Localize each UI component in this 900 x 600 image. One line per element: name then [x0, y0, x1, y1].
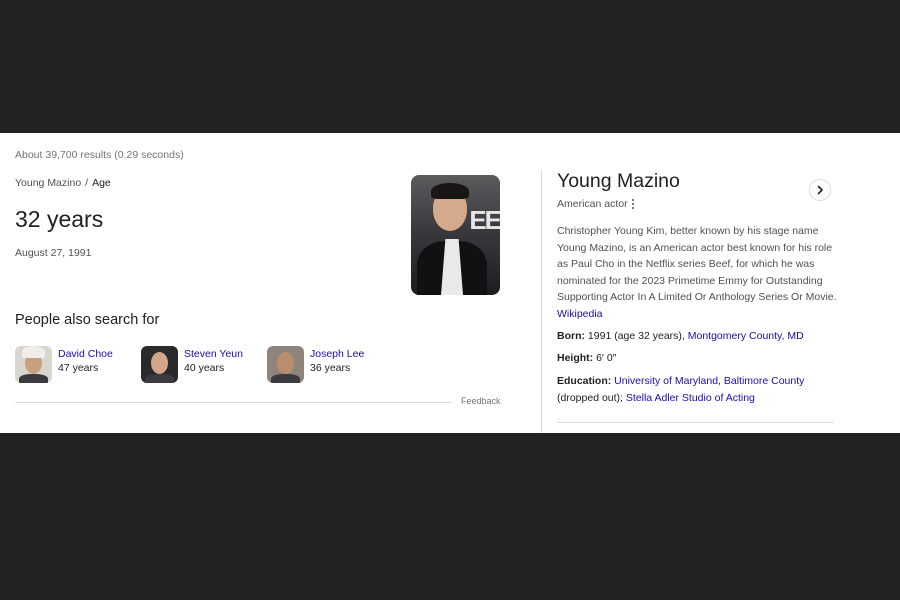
photo-hair — [431, 183, 469, 199]
pasf-text: Steven Yeun 40 years — [184, 346, 243, 375]
pasf-age: 47 years — [58, 362, 99, 374]
fact-label: Born: — [557, 330, 585, 342]
knowledge-panel-description: Christopher Young Kim, better known by h… — [557, 223, 837, 323]
birthplace-link[interactable]: Montgomery County, MD — [688, 330, 804, 342]
person-thumbnail[interactable] — [141, 346, 178, 383]
section-divider — [15, 402, 451, 403]
fact-value: 1991 (age 32 years), — [587, 330, 685, 342]
more-vert-icon[interactable] — [631, 199, 635, 209]
breadcrumb-attribute: Age — [92, 177, 111, 189]
fact-label: Height: — [557, 352, 594, 364]
knowledge-panel-subtitle: American actor — [557, 198, 635, 210]
knowledge-panel-title: Young Mazino — [557, 170, 680, 192]
pasf-age: 40 years — [184, 362, 225, 374]
results-count: About 39,700 results (0.29 seconds) — [15, 149, 184, 161]
pasf-item-david-choe[interactable]: David Choe 47 years — [15, 346, 113, 384]
fact-height: Height: 6′ 0″ — [557, 350, 842, 367]
entity-photo[interactable]: EE — [411, 175, 500, 295]
column-divider — [541, 170, 542, 433]
thumb-face — [277, 352, 294, 374]
breadcrumb-entity[interactable]: Young Mazino — [15, 177, 81, 189]
thumb-body — [19, 374, 48, 383]
answer-value: 32 years — [15, 206, 104, 232]
breadcrumb-separator: / — [85, 177, 89, 189]
knowledge-panel-divider — [557, 422, 834, 423]
pasf-name[interactable]: David Choe — [58, 347, 113, 361]
pasf-item-steven-yeun[interactable]: Steven Yeun 40 years — [141, 346, 243, 384]
answer-date: August 27, 1991 — [15, 247, 92, 259]
fact-education: Education: University of Maryland, Balti… — [557, 373, 842, 406]
next-button[interactable] — [809, 179, 831, 201]
thumb-cap — [22, 346, 45, 358]
thumb-body — [271, 374, 300, 383]
pasf-text: David Choe 47 years — [58, 346, 113, 375]
entity-type: American actor — [557, 198, 628, 210]
person-thumbnail[interactable] — [15, 346, 52, 383]
search-results-panel: About 39,700 results (0.29 seconds) Youn… — [0, 133, 900, 433]
chevron-right-icon — [817, 185, 823, 195]
pasf-name[interactable]: Steven Yeun — [184, 347, 243, 361]
fact-label: Education: — [557, 375, 612, 387]
thumb-face — [151, 352, 168, 374]
pasf-name[interactable]: Joseph Lee — [310, 347, 364, 361]
fact-value: (dropped out); — [557, 391, 623, 404]
pasf-text: Joseph Lee 36 years — [310, 346, 364, 375]
feedback-link[interactable]: Feedback — [461, 396, 501, 406]
fact-born: Born: 1991 (age 32 years), Montgomery Co… — [557, 328, 842, 345]
breadcrumb: Young Mazino / Age — [15, 177, 111, 189]
people-also-search-title: People also search for — [15, 312, 160, 328]
description-text: Christopher Young Kim, better known by h… — [557, 225, 837, 304]
pasf-age: 36 years — [310, 362, 351, 374]
education-link-stella-adler[interactable]: Stella Adler Studio of Acting — [626, 392, 755, 404]
person-thumbnail[interactable] — [267, 346, 304, 383]
fact-value: 6′ 0″ — [596, 352, 617, 364]
photo-backdrop-lettering: EE — [469, 205, 500, 235]
thumb-body — [145, 374, 174, 383]
wikipedia-link[interactable]: Wikipedia — [557, 308, 603, 320]
education-link-umbc[interactable]: University of Maryland, Baltimore County — [614, 375, 804, 387]
pasf-item-joseph-lee[interactable]: Joseph Lee 36 years — [267, 346, 364, 384]
